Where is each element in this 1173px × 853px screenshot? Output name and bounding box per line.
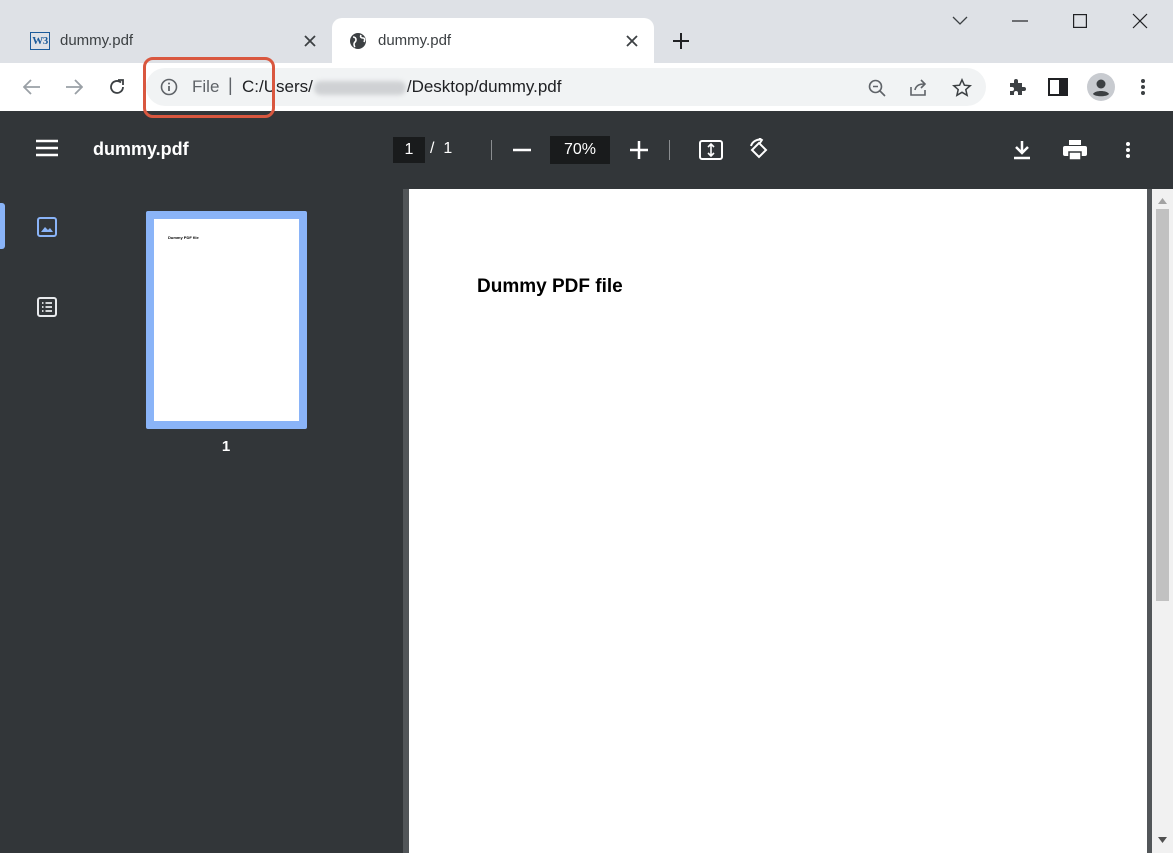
thumbnail-page: Dummy PDF file [154,219,299,421]
forward-button[interactable] [58,71,90,103]
reload-button[interactable] [101,71,133,103]
zoom-icon[interactable] [866,77,888,99]
share-icon[interactable] [908,77,930,99]
tab-title: dummy.pdf [378,32,452,49]
tab-active[interactable]: dummy.pdf [332,18,654,63]
annotation-highlight-box [143,57,275,118]
scroll-up-icon[interactable] [1157,195,1168,206]
page-thumbnail[interactable]: Dummy PDF file [146,211,307,429]
pdf-more-icon[interactable] [1115,137,1141,163]
pdf-toolbar: dummy.pdf 1 / 1 70% [0,111,1173,189]
tab-search-icon[interactable] [930,2,990,40]
menu-icon[interactable] [36,139,58,157]
vertical-scrollbar[interactable] [1152,189,1173,853]
active-indicator [0,203,5,249]
zoom-in-icon[interactable] [626,137,652,163]
globe-icon [348,31,368,51]
url-suffix: /Desktop/dummy.pdf [406,77,562,96]
maximize-button[interactable] [1050,2,1110,40]
thumbnails-icon[interactable] [34,214,60,240]
pdf-page: Dummy PDF file [409,189,1147,853]
redacted-username [313,80,406,95]
browser-window: W3 dummy.pdf dummy.pdf File | C:/Users/ … [0,0,1173,853]
new-tab-button[interactable] [666,26,696,56]
thumbnail-text: Dummy PDF file [168,235,199,240]
back-button[interactable] [16,71,48,103]
pdf-title: dummy.pdf [93,139,189,159]
outline-icon[interactable] [34,294,60,320]
tab-strip: W3 dummy.pdf dummy.pdf [0,0,1173,63]
more-menu-icon[interactable] [1131,75,1155,99]
extensions-icon[interactable] [1005,75,1029,99]
close-window-button[interactable] [1110,2,1170,40]
rotate-icon[interactable] [746,137,772,163]
side-panel-icon[interactable] [1046,75,1070,99]
fit-page-icon[interactable] [698,137,724,163]
w3schools-icon: W3 [30,31,50,51]
page-count: / 1 [430,140,453,157]
print-icon[interactable] [1062,137,1088,163]
minimize-button[interactable] [990,2,1050,40]
zoom-input[interactable]: 70% [550,136,610,164]
url-text[interactable]: C:/Users//Desktop/dummy.pdf [242,77,561,97]
close-tab-icon[interactable] [296,27,324,55]
toolbar-divider [669,140,670,160]
document-heading: Dummy PDF file [477,276,623,297]
close-tab-icon[interactable] [618,27,646,55]
scrollbar-thumb[interactable] [1156,209,1169,601]
current-page-input[interactable]: 1 [393,137,425,163]
profile-avatar[interactable] [1087,73,1115,101]
scroll-down-icon[interactable] [1157,834,1168,845]
pdf-sidebar: Dummy PDF file 1 [0,189,403,853]
thumbnail-page-number: 1 [221,438,231,455]
toolbar-divider [491,140,492,160]
bookmark-star-icon[interactable] [951,77,973,99]
download-icon[interactable] [1009,137,1035,163]
tab-title: dummy.pdf [60,32,134,49]
zoom-out-icon[interactable] [509,137,535,163]
